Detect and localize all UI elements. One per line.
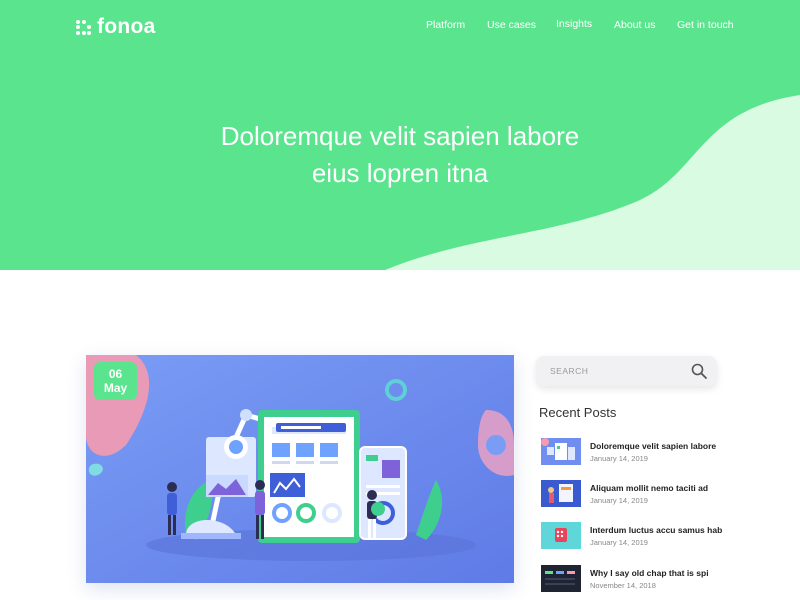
post-thumbnail[interactable] [541,565,581,592]
featured-illustration [86,355,514,583]
nav-insights[interactable]: Insights [556,18,592,30]
post-title[interactable]: Interdum luctus accu samus hab [590,525,722,535]
nav-get-in-touch[interactable]: Get in touch [677,19,734,31]
recent-post-item[interactable]: Interdum luctus accu samus hab January 1… [541,522,741,552]
search-box [536,356,717,386]
post-title[interactable]: Aliquam mollit nemo taciti ad [590,483,708,493]
main-nav: Platform Use cases Insights About us Get… [0,18,800,33]
search-icon[interactable] [690,362,708,380]
page-title: Doloremque velit sapien labore eius lopr… [150,118,650,192]
recent-post-item[interactable]: Doloremque velit sapien labore January 1… [541,438,741,468]
post-date: January 14, 2019 [590,454,648,463]
search-input[interactable] [550,364,680,378]
post-title[interactable]: Doloremque velit sapien labore [590,441,716,451]
recent-post-item[interactable]: Aliquam mollit nemo taciti ad January 14… [541,480,741,510]
featured-post-image[interactable] [86,355,514,583]
page-title-line-1: Doloremque velit sapien labore [220,121,580,151]
hero-banner: fonoa Platform Use cases Insights About … [0,0,800,270]
post-date-month: May [103,381,128,395]
recent-posts-heading: Recent Posts [539,405,617,420]
page-title-line-2: eius lopren itna [311,158,489,188]
post-thumbnail[interactable] [541,480,581,507]
nav-use-cases[interactable]: Use cases [487,19,536,31]
post-thumbnail[interactable] [541,522,581,549]
recent-post-item[interactable]: Why I say old chap that is spi November … [541,565,741,595]
post-date-badge: 06 May [94,362,137,400]
post-date: January 14, 2019 [590,538,648,547]
nav-platform[interactable]: Platform [426,19,465,31]
nav-about-us[interactable]: About us [614,19,655,31]
post-date-day: 06 [108,367,123,381]
post-thumbnail[interactable] [541,438,581,465]
post-date: November 14, 2018 [590,581,656,590]
post-date: January 14, 2019 [590,496,648,505]
post-title[interactable]: Why I say old chap that is spi [590,568,709,578]
